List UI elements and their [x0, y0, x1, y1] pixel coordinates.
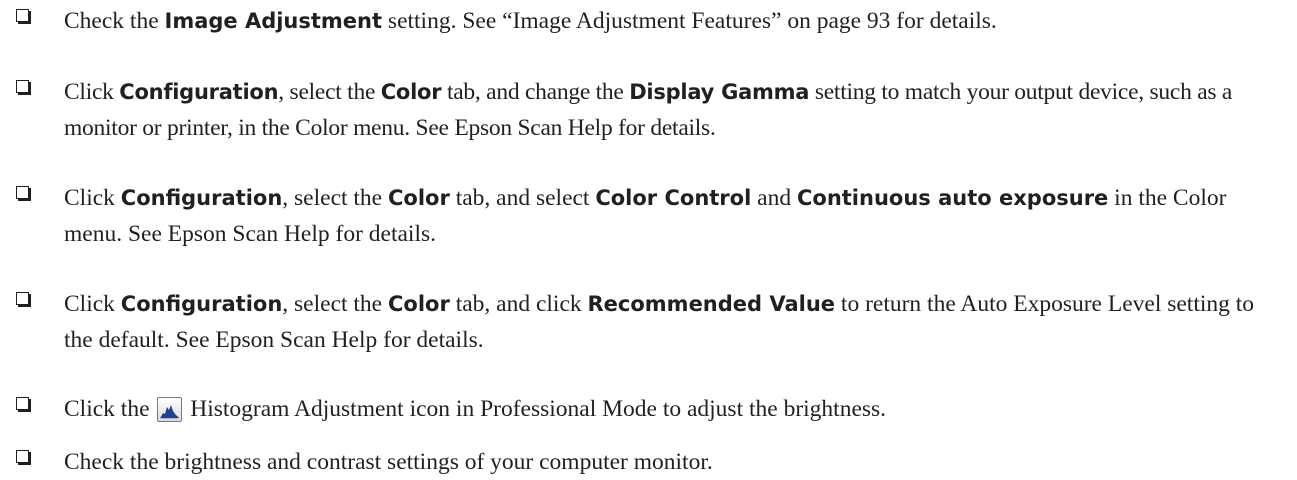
- item-text: Histogram Adjustment icon in Professiona…: [184, 396, 887, 422]
- list-item-text: Click Configuration, select the Color ta…: [64, 286, 1288, 358]
- checkbox-bullet-icon: [16, 80, 29, 93]
- item-bold-term: Configuration: [119, 80, 279, 104]
- item-bold-term: Color Control: [595, 186, 752, 210]
- list-item: Check the brightness and contrast settin…: [16, 444, 1288, 480]
- checkbox-bullet-icon: [16, 186, 29, 199]
- item-bold-term: Configuration: [120, 186, 283, 210]
- item-bold-term: Display Gamma: [629, 80, 810, 104]
- checkbox-bullet-icon: [16, 397, 29, 410]
- item-text: , select the: [282, 185, 388, 211]
- item-text: tab, and change the: [441, 79, 630, 105]
- histogram-adjustment-icon: [157, 397, 183, 422]
- item-text: Check the: [64, 8, 165, 34]
- item-bold-term: Color: [388, 292, 450, 316]
- list-item: Check the Image Adjustment setting. See …: [16, 3, 1288, 39]
- checkbox-bullet-icon: [16, 292, 29, 305]
- item-bold-term: Continuous auto exposure: [796, 186, 1109, 210]
- item-text: , select the: [282, 291, 388, 317]
- item-bold-term: Image Adjustment: [164, 9, 383, 33]
- item-text: tab, and select: [449, 185, 596, 211]
- item-text: setting. See “Image Adjustment Features”…: [382, 8, 997, 34]
- checkbox-bullet-icon: [16, 9, 29, 22]
- list-item-text: Check the Image Adjustment setting. See …: [64, 3, 1288, 39]
- item-text: Click: [64, 79, 120, 105]
- list-item-text: Check the brightness and contrast settin…: [64, 444, 1288, 480]
- item-bold-term: Color: [388, 186, 450, 210]
- item-text: Click: [64, 185, 121, 211]
- item-bold-term: Recommended Value: [587, 292, 836, 316]
- list-item-text: Click Configuration, select the Color ta…: [64, 180, 1288, 252]
- checkbox-bullet-icon: [16, 450, 29, 463]
- troubleshooting-checklist: Check the Image Adjustment setting. See …: [0, 0, 1297, 480]
- item-text: tab, and click: [449, 291, 588, 317]
- item-text: Check the brightness and contrast settin…: [64, 449, 713, 475]
- list-item: Click Configuration, select the Color ta…: [16, 286, 1288, 358]
- item-text: Click: [64, 291, 121, 317]
- item-text: Click the: [64, 396, 156, 422]
- list-item-text: Click the Histogram Adjustment icon in P…: [64, 391, 1288, 427]
- list-item: Click Configuration, select the Color ta…: [16, 180, 1288, 252]
- item-bold-term: Color: [380, 80, 442, 104]
- item-bold-term: Configuration: [120, 292, 283, 316]
- list-item: Click the Histogram Adjustment icon in P…: [16, 391, 1288, 427]
- item-text: and: [751, 185, 797, 211]
- list-item: Click Configuration, select the Color ta…: [16, 74, 1288, 146]
- item-text: , select the: [278, 79, 381, 105]
- list-item-text: Click Configuration, select the Color ta…: [64, 74, 1288, 146]
